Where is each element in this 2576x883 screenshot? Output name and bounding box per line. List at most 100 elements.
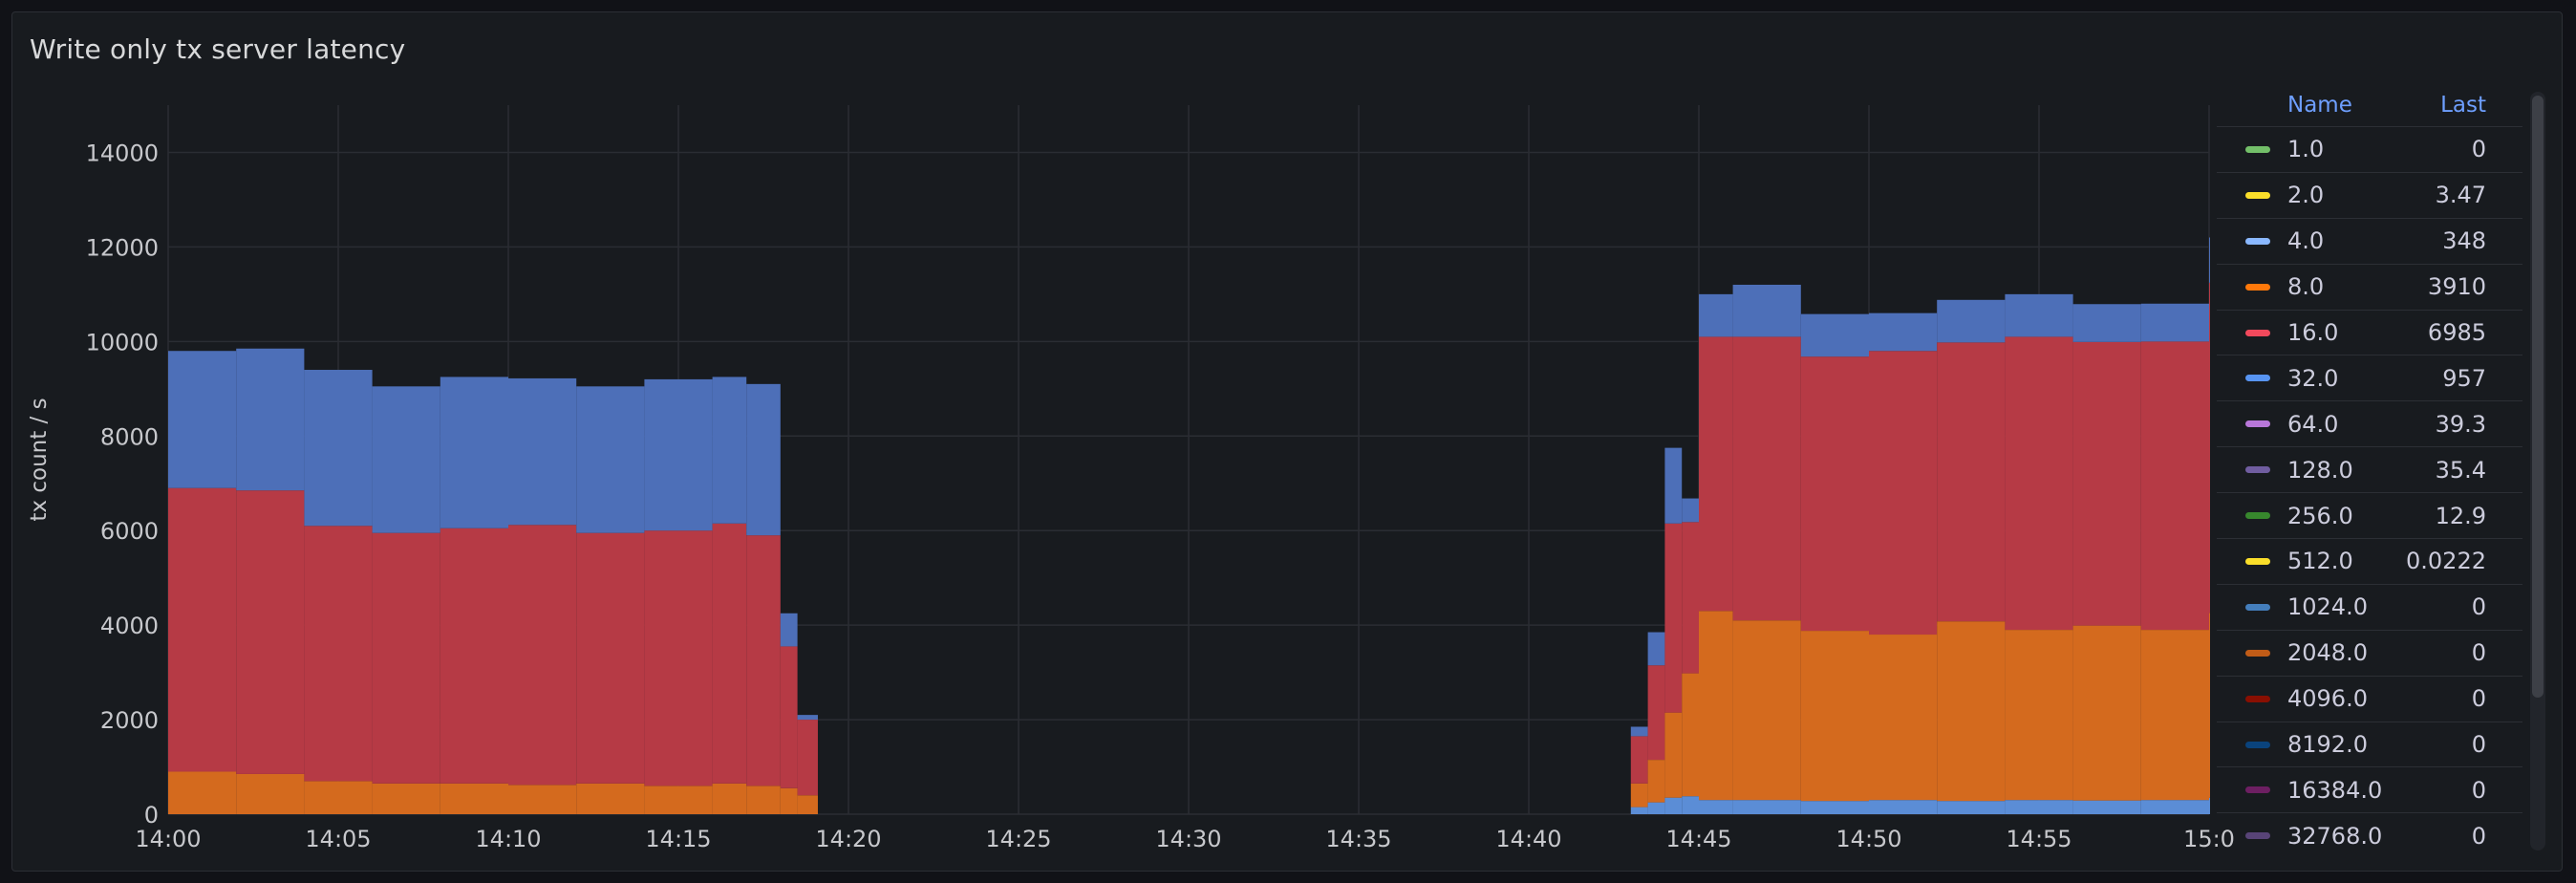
legend-item[interactable]: 128.0 35.4 bbox=[2217, 447, 2522, 494]
bar-segment-8-0[interactable] bbox=[746, 786, 781, 814]
bar-segment-32-0[interactable] bbox=[712, 377, 747, 524]
bar-segment-16-0[interactable] bbox=[2005, 336, 2073, 631]
bar-segment-8-0[interactable] bbox=[1647, 760, 1665, 803]
bar-segment-8-0[interactable] bbox=[1937, 621, 2006, 802]
bar-segment-16-0[interactable] bbox=[1630, 736, 1648, 784]
bar-segment-8-0[interactable] bbox=[1664, 712, 1683, 798]
bar-segment-16-0[interactable] bbox=[644, 530, 713, 786]
bar-segment-8-0[interactable] bbox=[440, 783, 508, 814]
bar-segment-16-0[interactable] bbox=[1800, 356, 1869, 632]
bar-segment-16-0[interactable] bbox=[797, 720, 818, 796]
bar-segment-4-0[interactable] bbox=[1732, 800, 1801, 814]
bar-segment-8-0[interactable] bbox=[712, 783, 747, 814]
bar-segment-16-0[interactable] bbox=[712, 523, 747, 784]
bar-segment-4-0[interactable] bbox=[2209, 797, 2210, 814]
bar-segment-8-0[interactable] bbox=[1800, 631, 1869, 802]
bar-segment-8-0[interactable] bbox=[644, 786, 713, 814]
bar-segment-16-0[interactable] bbox=[780, 646, 798, 788]
bar-segment-32-0[interactable] bbox=[1869, 312, 1938, 352]
legend-item[interactable]: 64.0 39.3 bbox=[2217, 401, 2522, 448]
bar-segment-32-0[interactable] bbox=[372, 386, 440, 533]
bar-segment-32-0[interactable] bbox=[1937, 299, 2006, 343]
bar-segment-8-0[interactable] bbox=[780, 787, 798, 814]
bar-segment-16-0[interactable] bbox=[304, 526, 373, 782]
bar-segment-8-0[interactable] bbox=[1732, 620, 1801, 801]
bar-segment-8-0[interactable] bbox=[2209, 613, 2210, 798]
bar-segment-32-0[interactable] bbox=[508, 377, 577, 526]
bar-segment-8-0[interactable] bbox=[168, 771, 237, 814]
bar-segment-32-0[interactable] bbox=[780, 613, 798, 647]
bar-segment-4-0[interactable] bbox=[2140, 800, 2209, 814]
legend-item[interactable]: 1024.0 0 bbox=[2217, 585, 2522, 631]
legend-item[interactable]: 32768.0 0 bbox=[2217, 813, 2522, 849]
bar-segment-32-0[interactable] bbox=[1699, 293, 1733, 337]
bar-segment-16-0[interactable] bbox=[1937, 342, 2006, 622]
bar-segment-32-0[interactable] bbox=[1800, 313, 1869, 357]
bar-segment-32-0[interactable] bbox=[576, 386, 645, 533]
bar-segment-8-0[interactable] bbox=[1699, 611, 1733, 801]
bar-segment-32-0[interactable] bbox=[2140, 303, 2209, 342]
legend-item[interactable]: 16.0 6985 bbox=[2217, 311, 2522, 356]
bar-segment-4-0[interactable] bbox=[1937, 801, 2006, 814]
legend-item[interactable]: 16384.0 0 bbox=[2217, 767, 2522, 814]
bar-segment-16-0[interactable] bbox=[2209, 282, 2210, 614]
bar-segment-32-0[interactable] bbox=[1732, 284, 1801, 337]
bar-segment-4-0[interactable] bbox=[2005, 800, 2073, 814]
bar-segment-16-0[interactable] bbox=[1682, 522, 1699, 674]
legend-last-header[interactable]: Last bbox=[2440, 93, 2486, 118]
bar-segment-4-0[interactable] bbox=[1699, 800, 1733, 814]
legend-item[interactable]: 8.0 3910 bbox=[2217, 265, 2522, 311]
bar-segment-8-0[interactable] bbox=[2005, 630, 2073, 801]
legend-item[interactable]: 256.0 12.9 bbox=[2217, 493, 2522, 540]
bar-segment-4-0[interactable] bbox=[1869, 800, 1938, 814]
bar-segment-8-0[interactable] bbox=[576, 783, 645, 814]
bar-segment-16-0[interactable] bbox=[1732, 336, 1801, 621]
bar-segment-16-0[interactable] bbox=[236, 490, 305, 774]
bar-segment-8-0[interactable] bbox=[508, 785, 577, 814]
bar-segment-32-0[interactable] bbox=[644, 378, 713, 531]
bar-segment-4-0[interactable] bbox=[1682, 796, 1699, 814]
bar-segment-32-0[interactable] bbox=[797, 715, 818, 721]
bar-segment-32-0[interactable] bbox=[168, 351, 237, 488]
bar-segment-16-0[interactable] bbox=[2140, 341, 2209, 631]
bar-segment-16-0[interactable] bbox=[508, 525, 577, 786]
bar-segment-8-0[interactable] bbox=[2140, 630, 2209, 801]
bar-segment-4-0[interactable] bbox=[1664, 797, 1683, 814]
bar-segment-8-0[interactable] bbox=[797, 795, 818, 814]
legend-scrollbar-thumb[interactable] bbox=[2532, 96, 2544, 698]
bar-segment-16-0[interactable] bbox=[372, 532, 440, 784]
bar-segment-16-0[interactable] bbox=[746, 535, 781, 786]
legend-item[interactable]: 512.0 0.0222 bbox=[2217, 539, 2522, 585]
bar-segment-16-0[interactable] bbox=[440, 528, 508, 784]
bar-segment-8-0[interactable] bbox=[304, 781, 373, 814]
bar-segment-16-0[interactable] bbox=[1647, 665, 1665, 761]
legend-item[interactable]: 2.0 3.47 bbox=[2217, 173, 2522, 219]
bar-segment-8-0[interactable] bbox=[1630, 783, 1648, 808]
bar-segment-32-0[interactable] bbox=[746, 383, 781, 536]
bar-segment-8-0[interactable] bbox=[2072, 625, 2141, 801]
bar-segment-32-0[interactable] bbox=[440, 377, 508, 528]
bar-segment-32-0[interactable] bbox=[1647, 632, 1665, 666]
bar-segment-32-0[interactable] bbox=[2005, 293, 2073, 337]
bar-segment-32-0[interactable] bbox=[1682, 498, 1699, 523]
bar-segment-32-0[interactable] bbox=[2209, 237, 2210, 283]
bar-segment-32-0[interactable] bbox=[1630, 726, 1648, 737]
bar-segment-4-0[interactable] bbox=[2072, 800, 2141, 814]
bar-segment-4-0[interactable] bbox=[1630, 807, 1648, 814]
bar-segment-8-0[interactable] bbox=[1682, 673, 1699, 797]
bar-segment-32-0[interactable] bbox=[304, 370, 373, 527]
bar-segment-16-0[interactable] bbox=[1699, 336, 1733, 612]
legend-item[interactable]: 4096.0 0 bbox=[2217, 677, 2522, 722]
legend-item[interactable]: 32.0 957 bbox=[2217, 355, 2522, 402]
legend-item[interactable]: 1.0 0 bbox=[2217, 127, 2522, 173]
bar-segment-4-0[interactable] bbox=[1647, 802, 1665, 814]
legend-item[interactable]: 8192.0 0 bbox=[2217, 722, 2522, 768]
bar-segment-16-0[interactable] bbox=[1664, 523, 1683, 713]
bar-segment-16-0[interactable] bbox=[168, 487, 237, 772]
bar-segment-4-0[interactable] bbox=[1800, 801, 1869, 814]
legend-name-header[interactable]: Name bbox=[2287, 93, 2440, 118]
bar-segment-32-0[interactable] bbox=[1664, 447, 1683, 524]
bar-segment-8-0[interactable] bbox=[1869, 635, 1938, 801]
legend-item[interactable]: 4.0 348 bbox=[2217, 219, 2522, 265]
bar-segment-16-0[interactable] bbox=[2072, 341, 2141, 626]
